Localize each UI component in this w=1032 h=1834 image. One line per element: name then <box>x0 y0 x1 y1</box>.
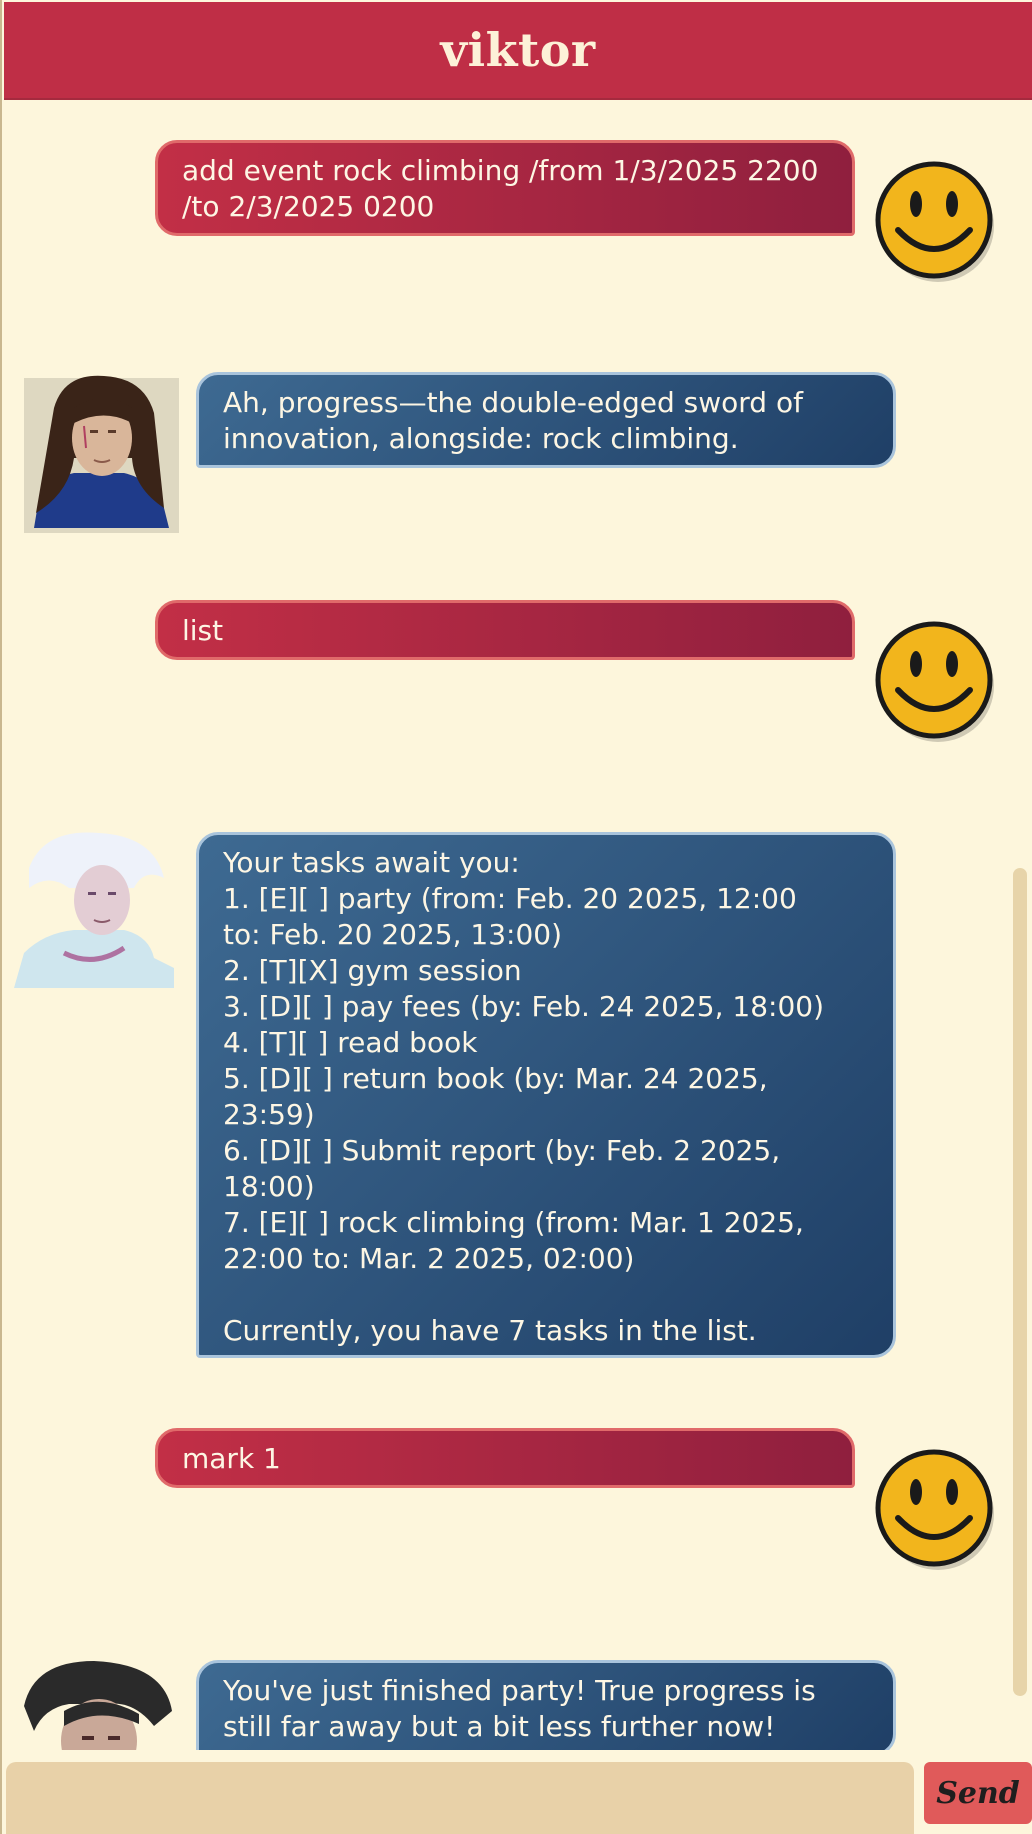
send-button[interactable]: Send <box>924 1762 1032 1824</box>
viktor-portrait-icon <box>24 1661 172 1750</box>
message-input[interactable] <box>6 1762 914 1834</box>
title-bar: viktor <box>4 2 1032 100</box>
scrollbar[interactable] <box>1013 868 1027 1696</box>
bot-message-bubble: You've just finished party! True progres… <box>196 1660 896 1750</box>
bot-message-bubble: Ah, progress—the double-edged sword of i… <box>196 372 896 468</box>
viktor-portrait-icon <box>24 375 179 533</box>
viktor-portrait-icon <box>14 832 174 988</box>
user-message-bubble: list <box>155 600 855 660</box>
user-message-bubble: add event rock climbing /from 1/3/2025 2… <box>155 140 855 236</box>
chat-window: viktor add event rock climbing /from 1/3… <box>0 0 1032 1834</box>
user-message-bubble: mark 1 <box>155 1428 855 1488</box>
input-bar: Send <box>2 1752 1032 1834</box>
smiley-face-icon <box>875 161 994 282</box>
smiley-face-icon <box>875 621 994 742</box>
window-title: viktor <box>440 23 596 77</box>
smiley-face-icon <box>875 1449 994 1570</box>
bot-message-bubble: Your tasks await you: 1. [E][ ] party (f… <box>196 832 896 1358</box>
chat-area[interactable]: add event rock climbing /from 1/3/2025 2… <box>2 100 1032 1750</box>
